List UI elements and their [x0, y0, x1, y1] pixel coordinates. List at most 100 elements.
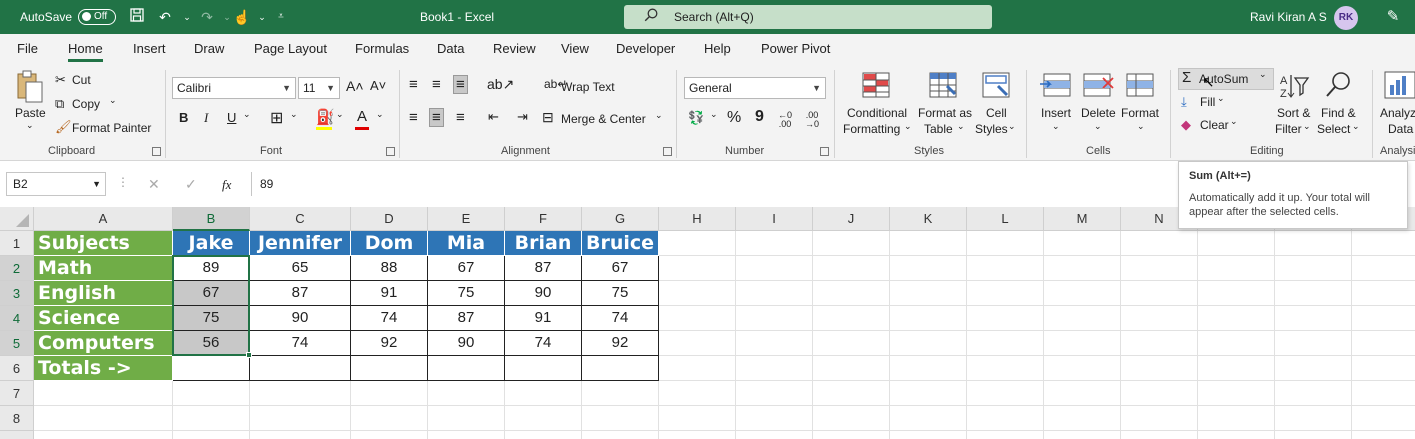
cell-l1[interactable] — [967, 231, 1044, 256]
cell-b4[interactable]: 75 — [173, 306, 250, 331]
row-header-5[interactable]: 5 — [0, 331, 34, 356]
cell-d3[interactable]: 91 — [351, 281, 428, 306]
tab-data[interactable]: Data — [437, 34, 464, 64]
cell-p1[interactable] — [1275, 231, 1352, 256]
cell-m7[interactable] — [1044, 381, 1121, 406]
cell-i7[interactable] — [736, 381, 813, 406]
cell-d9[interactable] — [351, 431, 428, 439]
cell-o6[interactable] — [1198, 356, 1275, 381]
paste-button[interactable]: Paste — [15, 106, 46, 120]
cell-q6[interactable] — [1352, 356, 1415, 381]
cell-n8[interactable] — [1121, 406, 1198, 431]
analyze-data-line2[interactable]: Data — [1388, 122, 1413, 136]
merge-center-button[interactable]: Merge & Center — [561, 112, 646, 126]
column-header-c[interactable]: C — [250, 207, 351, 231]
cell-q3[interactable] — [1352, 281, 1415, 306]
cell-d1[interactable]: Dom — [351, 231, 428, 256]
sort-filter-line1[interactable]: Sort & — [1277, 106, 1310, 120]
cell-i8[interactable] — [736, 406, 813, 431]
cell-n9[interactable] — [1121, 431, 1198, 439]
italic-button[interactable]: I — [204, 110, 208, 126]
column-header-f[interactable]: F — [505, 207, 582, 231]
cell-c9[interactable] — [250, 431, 351, 439]
fill-dropdown-icon[interactable]: ⌄ — [1217, 93, 1225, 104]
grow-font-button[interactable]: A˄ — [346, 78, 364, 94]
find-select-icon[interactable] — [1324, 70, 1358, 100]
cell-q7[interactable] — [1352, 381, 1415, 406]
cell-o1[interactable] — [1198, 231, 1275, 256]
column-header-e[interactable]: E — [428, 207, 505, 231]
insert-function-button[interactable]: fx — [222, 177, 231, 193]
cell-m5[interactable] — [1044, 331, 1121, 356]
cell-b3[interactable]: 67 — [173, 281, 250, 306]
fill-handle[interactable] — [246, 352, 252, 358]
cell-a9[interactable] — [34, 431, 173, 439]
column-header-m[interactable]: M — [1044, 207, 1121, 231]
cell-c8[interactable] — [250, 406, 351, 431]
delete-cells-icon[interactable] — [1083, 72, 1117, 102]
row-header-2[interactable]: 2 — [0, 256, 34, 281]
row-header-7[interactable]: 7 — [0, 381, 34, 406]
undo-icon[interactable]: ↶ — [156, 8, 174, 26]
cell-p2[interactable] — [1275, 256, 1352, 281]
fill-color-dropdown-icon[interactable]: ⌄ — [336, 109, 344, 120]
cell-i5[interactable] — [736, 331, 813, 356]
sort-filter-icon[interactable]: AZ — [1280, 72, 1314, 102]
cell-d7[interactable] — [351, 381, 428, 406]
column-header-g[interactable]: G — [582, 207, 659, 231]
cell-b8[interactable] — [173, 406, 250, 431]
cell-o8[interactable] — [1198, 406, 1275, 431]
cell-o3[interactable] — [1198, 281, 1275, 306]
column-header-k[interactable]: K — [890, 207, 967, 231]
cell-k5[interactable] — [890, 331, 967, 356]
cell-p9[interactable] — [1275, 431, 1352, 439]
column-header-h[interactable]: H — [659, 207, 736, 231]
insert-cells-button[interactable]: Insert — [1041, 106, 1071, 120]
cell-g2[interactable]: 67 — [582, 256, 659, 281]
cell-m1[interactable] — [1044, 231, 1121, 256]
cell-l3[interactable] — [967, 281, 1044, 306]
number-format-select[interactable]: General ▼ — [684, 77, 826, 99]
font-launcher-icon[interactable] — [386, 147, 395, 156]
cell-j5[interactable] — [813, 331, 890, 356]
autosave-toggle[interactable]: Off — [78, 9, 116, 25]
name-box[interactable]: B2 ▼ — [6, 172, 106, 196]
cell-g4[interactable]: 74 — [582, 306, 659, 331]
align-right-icon[interactable]: ≡ — [456, 109, 465, 126]
format-as-table-line2[interactable]: Table — [924, 122, 953, 136]
cell-o7[interactable] — [1198, 381, 1275, 406]
cell-d2[interactable]: 88 — [351, 256, 428, 281]
search-box[interactable]: Search (Alt+Q) — [624, 5, 992, 29]
conditional-formatting-line2[interactable]: Formatting — [843, 122, 900, 136]
analyze-data-line1[interactable]: Analyze — [1380, 106, 1415, 120]
orientation-icon[interactable]: ab↗ — [487, 76, 514, 93]
cell-j6[interactable] — [813, 356, 890, 381]
redo-icon[interactable]: ↷ — [198, 8, 216, 26]
cell-i3[interactable] — [736, 281, 813, 306]
font-size-select[interactable]: 11 ▼ — [298, 77, 340, 99]
clear-button[interactable]: Clear — [1200, 118, 1229, 132]
align-center-icon[interactable]: ≡ — [429, 108, 444, 127]
cell-i9[interactable] — [736, 431, 813, 439]
cell-c5[interactable]: 74 — [250, 331, 351, 356]
cell-h8[interactable] — [659, 406, 736, 431]
cell-b1[interactable]: Jake — [173, 231, 250, 256]
cell-q5[interactable] — [1352, 331, 1415, 356]
cell-p6[interactable] — [1275, 356, 1352, 381]
tab-formulas[interactable]: Formulas — [355, 34, 409, 64]
find-select-line2[interactable]: Select — [1317, 122, 1350, 136]
cell-p3[interactable] — [1275, 281, 1352, 306]
touch-dropdown-icon[interactable]: ⌄ — [253, 8, 271, 26]
cell-c1[interactable]: Jennifer — [250, 231, 351, 256]
cell-b2[interactable]: 89 — [173, 256, 250, 281]
wrap-text-button[interactable]: Wrap Text — [561, 80, 615, 94]
row-header-3[interactable]: 3 — [0, 281, 34, 306]
tab-developer[interactable]: Developer — [616, 34, 675, 64]
formula-bar-handle-icon[interactable]: ⋮ — [117, 175, 129, 189]
customize-qat-icon[interactable]: ⩡ — [272, 8, 290, 26]
cell-c7[interactable] — [250, 381, 351, 406]
undo-dropdown-icon[interactable]: ⌄ — [178, 8, 196, 26]
column-header-a[interactable]: A — [34, 207, 173, 231]
cell-q1[interactable] — [1352, 231, 1415, 256]
select-all-corner[interactable] — [0, 207, 34, 231]
